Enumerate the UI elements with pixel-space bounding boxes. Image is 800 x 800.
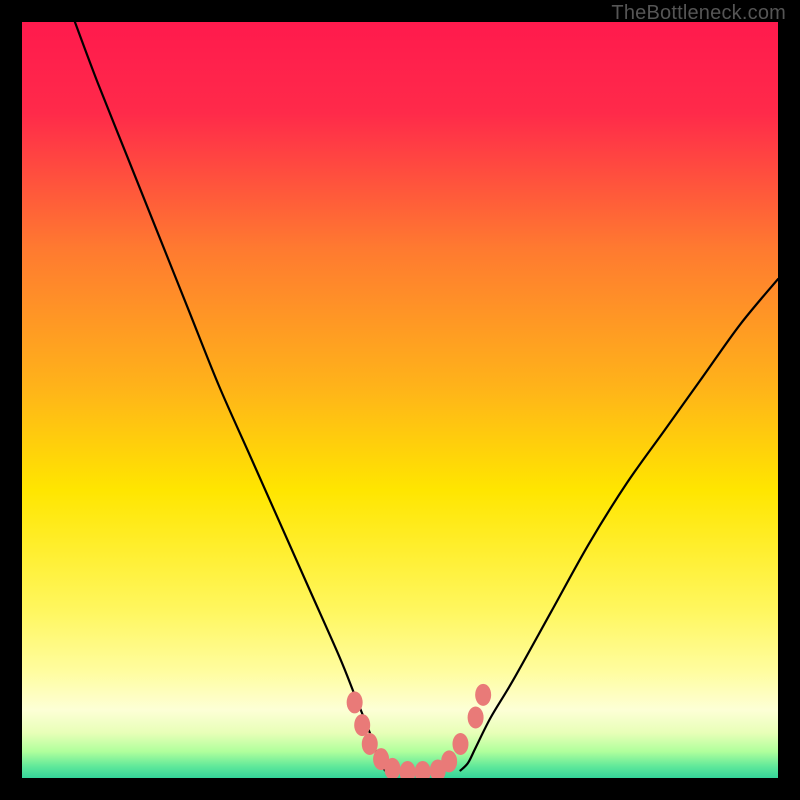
trough-marker [441,750,457,772]
trough-marker [347,691,363,713]
plot-area [22,22,778,778]
trough-marker [452,733,468,755]
outer-frame: TheBottleneck.com [0,0,800,800]
trough-marker [468,707,484,729]
trough-marker [475,684,491,706]
gradient-background [22,22,778,778]
chart-svg [22,22,778,778]
trough-marker [354,714,370,736]
